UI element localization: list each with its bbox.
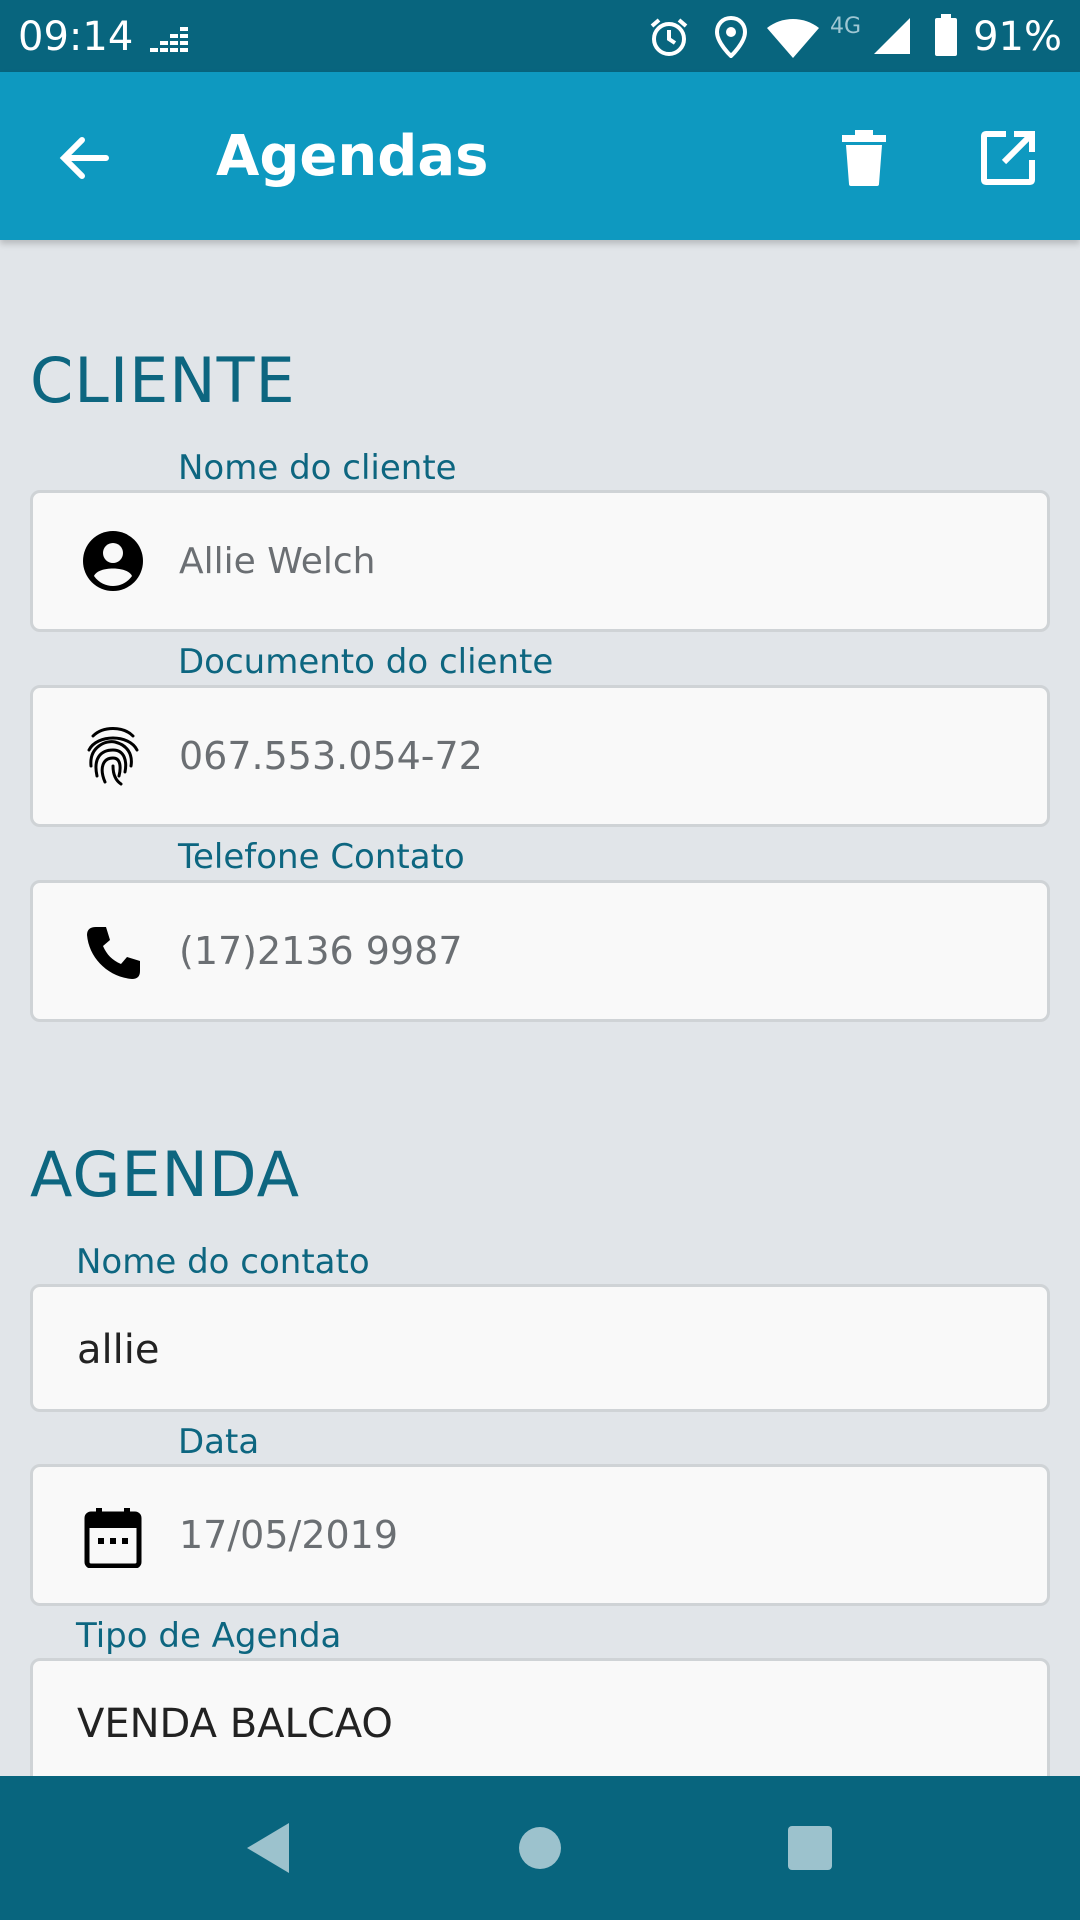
phone-icon xyxy=(81,921,145,985)
alarm-icon xyxy=(648,16,690,63)
status-time: 09:14 xyxy=(18,14,134,60)
form-content[interactable]: CLIENTE Nome do cliente Allie Welch Docu… xyxy=(0,240,1080,1776)
back-arrow-icon[interactable] xyxy=(48,122,120,194)
section-title-agenda: AGENDA xyxy=(30,1138,300,1211)
cell-signal-icon xyxy=(872,16,912,61)
data-value: 17/05/2019 xyxy=(179,1513,399,1557)
nome-cliente-field[interactable]: Allie Welch xyxy=(30,490,1050,632)
tipo-agenda-value: VENDA BALCAO xyxy=(77,1701,393,1747)
tipo-agenda-field[interactable]: VENDA BALCAO xyxy=(30,1658,1050,1776)
label-telefone-contato: Telefone Contato xyxy=(178,837,465,877)
label-nome-contato: Nome do contato xyxy=(76,1242,370,1282)
telefone-contato-value: (17)2136 9987 xyxy=(179,929,463,973)
section-title-cliente: CLIENTE xyxy=(30,344,296,417)
battery-percent: 91% xyxy=(973,14,1062,60)
documento-cliente-value: 067.553.054-72 xyxy=(179,734,483,778)
fingerprint-icon xyxy=(81,724,145,788)
location-icon xyxy=(714,15,748,63)
telefone-contato-field[interactable]: (17)2136 9987 xyxy=(30,880,1050,1022)
nav-home-icon[interactable] xyxy=(508,1816,572,1880)
nav-back-icon[interactable] xyxy=(236,1816,300,1880)
trash-icon[interactable] xyxy=(828,122,900,194)
network-type: 4G xyxy=(830,14,862,39)
label-documento-cliente: Documento do cliente xyxy=(178,642,554,682)
account-circle-icon xyxy=(81,529,145,593)
navigation-bar xyxy=(0,1776,1080,1920)
status-bar: 09:14 4G 91% xyxy=(0,0,1080,72)
app-bar: Agendas xyxy=(0,72,1080,240)
nome-contato-field[interactable]: allie xyxy=(30,1284,1050,1412)
wifi-icon xyxy=(766,18,820,63)
documento-cliente-field[interactable]: 067.553.054-72 xyxy=(30,685,1050,827)
data-field[interactable]: 17/05/2019 xyxy=(30,1464,1050,1606)
nome-contato-value: allie xyxy=(77,1327,160,1373)
label-tipo-agenda: Tipo de Agenda xyxy=(76,1616,342,1656)
nome-cliente-value: Allie Welch xyxy=(179,541,376,582)
label-nome-cliente: Nome do cliente xyxy=(178,448,457,488)
page-title: Agendas xyxy=(216,124,489,189)
open-external-icon[interactable] xyxy=(972,122,1044,194)
signal-strength-icon xyxy=(150,24,196,59)
battery-icon xyxy=(934,14,958,61)
calendar-icon xyxy=(81,1505,145,1569)
label-data: Data xyxy=(178,1422,260,1462)
nav-recents-icon[interactable] xyxy=(778,1816,842,1880)
